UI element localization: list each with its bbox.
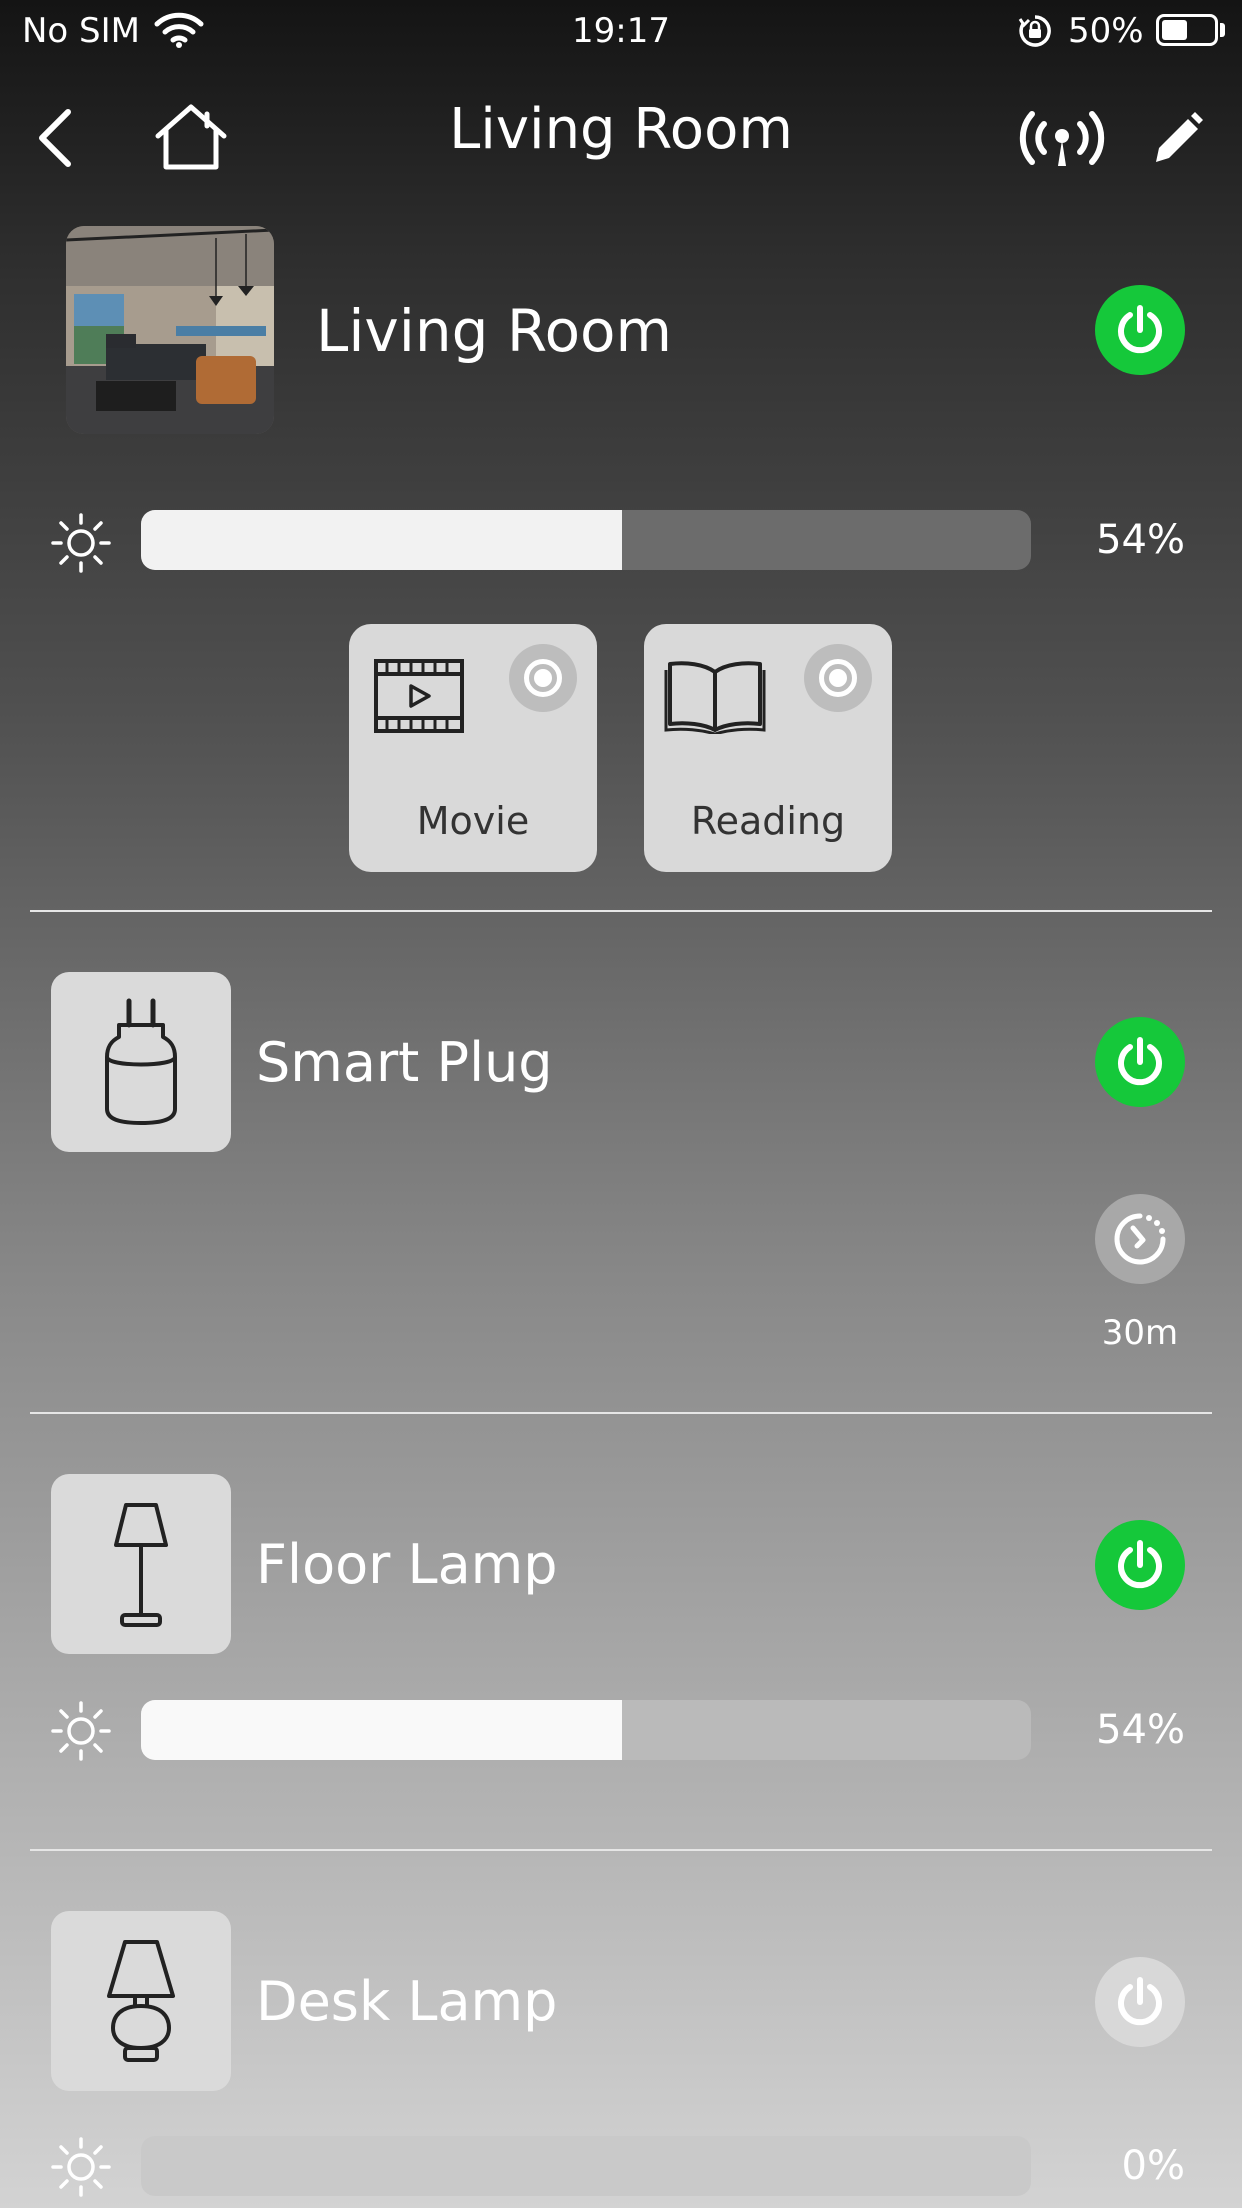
- desk-lamp-brightness-slider[interactable]: [141, 2136, 1031, 2196]
- broadcast-icon[interactable]: [1016, 108, 1108, 168]
- clock: 19:17: [572, 11, 670, 51]
- smart-plug-icon-tile: [51, 972, 231, 1152]
- brightness-icon: [51, 513, 111, 573]
- battery-level: [1162, 20, 1187, 40]
- room-brightness-value: 54%: [1096, 517, 1185, 563]
- power-icon: [1118, 1037, 1162, 1086]
- battery-icon: [1156, 14, 1218, 46]
- battery-percent: 50%: [1068, 11, 1144, 51]
- floor-lamp-power-button[interactable]: [1095, 1520, 1185, 1610]
- divider: [30, 910, 1212, 912]
- room-photo: [66, 226, 274, 434]
- desk-lamp-power-button[interactable]: [1095, 1957, 1185, 2047]
- room-brightness-fill: [141, 510, 622, 570]
- room-name: Living Room: [316, 297, 673, 365]
- smart-plug-name: Smart Plug: [256, 1031, 553, 1094]
- smart-plug-timer-label: 30m: [1101, 1313, 1179, 1353]
- brightness-icon: [51, 1701, 111, 1761]
- floor-lamp-icon: [114, 1503, 168, 1627]
- room-power-button[interactable]: [1095, 285, 1185, 375]
- power-icon: [1118, 1977, 1162, 2026]
- plug-icon: [105, 998, 177, 1125]
- timer-icon: [1114, 1213, 1166, 1265]
- floor-lamp-icon-tile: [51, 1474, 231, 1654]
- scene-movie-radio[interactable]: [509, 644, 577, 712]
- room-brightness-slider[interactable]: [141, 510, 1031, 570]
- desk-lamp-name: Desk Lamp: [256, 1970, 558, 2033]
- scene-movie[interactable]: Movie: [349, 624, 597, 872]
- book-icon: [664, 661, 766, 734]
- divider: [30, 1849, 1212, 1851]
- desk-lamp-brightness-value: 0%: [1121, 2143, 1185, 2189]
- divider: [30, 1412, 1212, 1414]
- orientation-lock-icon: [1018, 15, 1051, 47]
- scene-reading[interactable]: Reading: [644, 624, 892, 872]
- film-icon: [374, 659, 464, 733]
- floor-lamp-brightness-slider[interactable]: [141, 1700, 1031, 1760]
- brightness-icon: [51, 2137, 111, 2197]
- desk-lamp-icon-tile: [51, 1911, 231, 2091]
- power-icon: [1118, 305, 1162, 354]
- scene-reading-radio[interactable]: [804, 644, 872, 712]
- floor-lamp-brightness-fill: [141, 1700, 622, 1760]
- floor-lamp-brightness-value: 54%: [1096, 1707, 1185, 1753]
- smart-plug-power-button[interactable]: [1095, 1017, 1185, 1107]
- power-icon: [1118, 1540, 1162, 1589]
- floor-lamp-name: Floor Lamp: [256, 1533, 558, 1596]
- scene-movie-label: Movie: [416, 799, 530, 843]
- scene-reading-label: Reading: [690, 799, 846, 843]
- pencil-icon[interactable]: [1152, 110, 1204, 166]
- smart-plug-timer-button[interactable]: [1095, 1194, 1185, 1284]
- desk-lamp-icon: [107, 1940, 175, 2062]
- battery-cap: [1220, 23, 1225, 37]
